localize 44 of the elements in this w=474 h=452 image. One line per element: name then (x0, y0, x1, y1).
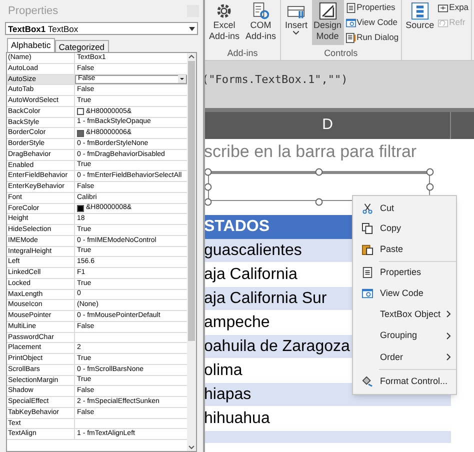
ribbon-button[interactable]: Excel Add-ins (207, 0, 242, 45)
ribbon-button[interactable]: COM Add-ins (244, 0, 278, 45)
document-gear-icon (252, 2, 270, 20)
ribbon-button[interactable]: Insert (283, 0, 310, 45)
scroll-down-icon[interactable] (188, 443, 195, 451)
group-label: Controls (323, 46, 359, 60)
scissors-icon (362, 202, 373, 214)
ribbon-small-button[interactable]: Properties (346, 1, 399, 14)
expand-icon (438, 2, 448, 12)
properties-icon (346, 2, 356, 12)
caption-text: scribe en la barra para filtrar (204, 141, 418, 163)
formula-text: ("Forms.TextBox.1","") (202, 73, 348, 86)
text-box[interactable] (208, 171, 430, 201)
scroll-thumb[interactable] (188, 61, 195, 341)
scroll-up-icon[interactable] (188, 53, 195, 61)
xml-source-icon (410, 2, 429, 20)
code-window-icon (362, 288, 373, 299)
chevron-right-icon (446, 332, 451, 340)
dialog-icon (346, 32, 356, 42)
dropdown-arrow-icon (189, 26, 195, 30)
ruler-triangle-icon (318, 2, 337, 20)
resize-handle[interactable] (315, 198, 323, 206)
tab[interactable]: Categorized (54, 40, 109, 52)
resize-handle[interactable] (315, 168, 323, 176)
chevron-right-icon (446, 353, 451, 362)
ribbon-small-button[interactable]: Run Dialog (346, 31, 399, 44)
copy-icon (362, 223, 373, 234)
ribbon-small-button[interactable]: View Code (346, 16, 399, 29)
ribbon-small-button[interactable]: Expa (438, 1, 469, 14)
object-dropdown[interactable]: TextBox1 TextBox (5, 22, 198, 35)
ribbon-button[interactable]: Design Mode (312, 0, 344, 45)
dropdown-arrow-icon[interactable] (178, 75, 186, 84)
tab[interactable]: Alphabetic (7, 38, 55, 52)
ribbon-button[interactable]: Source (404, 0, 436, 45)
clipboard-icon (362, 244, 373, 255)
format-icon (362, 376, 373, 387)
chevron-right-icon (446, 310, 451, 318)
gear-icon (215, 2, 234, 20)
group-label: Add-ins (226, 46, 259, 60)
code-window-icon (346, 18, 356, 28)
properties-icon (362, 267, 373, 278)
scrollbar[interactable] (187, 53, 196, 451)
refresh-icon (438, 18, 448, 28)
window-title: Properties (8, 4, 58, 19)
